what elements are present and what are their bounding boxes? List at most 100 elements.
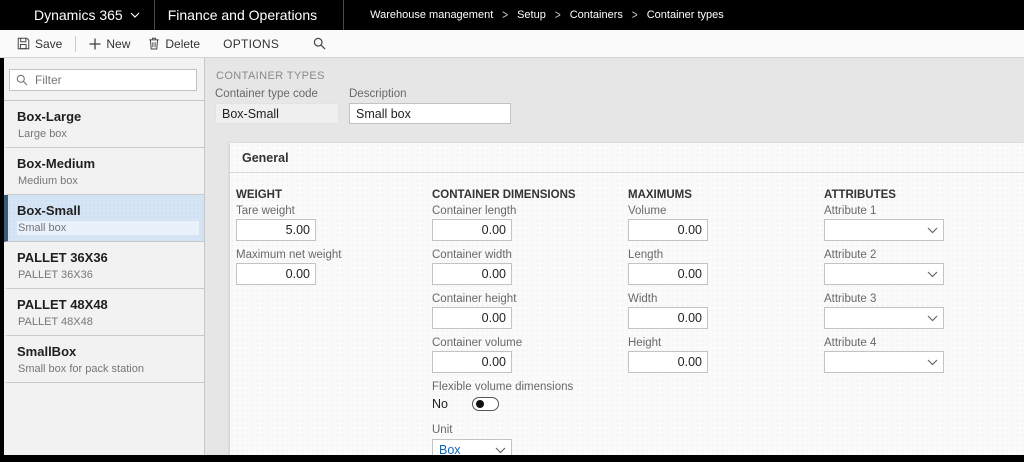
container-volume-field: Container volume [432, 337, 628, 373]
flexible-volume-dimensions-state: No [432, 397, 448, 411]
unit-label: Unit [432, 424, 628, 437]
description-field: Description [349, 88, 511, 124]
maximums-fields: Volume Length Width Height [628, 205, 824, 373]
list-item-title: PALLET 48X48 [17, 297, 204, 313]
page-title: CONTAINER TYPES [216, 70, 1024, 82]
toolbar-search-button[interactable] [301, 30, 338, 57]
attribute-1-field: Attribute 1 [824, 205, 1020, 241]
list-item-title: SmallBox [17, 344, 204, 360]
attributes-group-header: ATTRIBUTES [824, 189, 1020, 201]
chevron-right-icon: > [632, 8, 638, 22]
container-type-code-label: Container type code [215, 88, 339, 101]
container-dimensions-fields: Container length Container width Container… [432, 205, 628, 373]
plus-icon [89, 38, 101, 50]
container-volume-input[interactable] [432, 351, 512, 373]
content-area: Box-LargeLarge boxBox-MediumMedium boxBo… [0, 58, 1024, 455]
width-input[interactable] [628, 307, 708, 329]
container-height-field: Container height [432, 293, 628, 329]
list-item-subtitle: PALLET 48X48 [17, 315, 204, 329]
attribute-3-label: Attribute 3 [824, 293, 1020, 306]
flexible-volume-dimensions-toggle[interactable] [472, 397, 499, 411]
list-item-title: Box-Small [17, 203, 204, 219]
breadcrumb-warehouse-management[interactable]: Warehouse management [370, 9, 493, 21]
list-item-subtitle: Small box [17, 221, 199, 235]
breadcrumb-containers[interactable]: Containers [570, 9, 623, 21]
general-fasttab-header[interactable]: General [230, 143, 1024, 173]
new-button[interactable]: New [80, 30, 139, 57]
chevron-down-icon [927, 227, 938, 234]
attribute-2-label: Attribute 2 [824, 249, 1020, 262]
weight-fields: Tare weight Maximum net weight [236, 205, 432, 285]
save-icon [17, 37, 30, 50]
attribute-3-dropdown[interactable] [824, 307, 944, 329]
list-item-pallet-36x36[interactable]: PALLET 36X36PALLET 36X36 [4, 242, 204, 289]
list-item-title: PALLET 36X36 [17, 250, 204, 266]
chevron-right-icon: > [555, 8, 561, 22]
weight-column: WEIGHT Tare weightMaximum net weight [236, 189, 432, 455]
tare-weight-label: Tare weight [236, 205, 432, 218]
chevron-down-icon [495, 447, 506, 454]
maximums-group-header: MAXIMUMS [628, 189, 824, 201]
trash-icon [148, 37, 160, 50]
container-width-field: Container width [432, 249, 628, 285]
list-item-box-large[interactable]: Box-Large Large box [4, 101, 204, 148]
list-item-title: Box-Medium [17, 156, 204, 172]
length-label: Length [628, 249, 824, 262]
list-item-pallet-48x48[interactable]: PALLET 48X48 PALLET 48X48 [4, 289, 204, 336]
length-field: Length [628, 249, 824, 285]
save-button[interactable]: Save [8, 30, 71, 57]
chevron-right-icon: > [502, 8, 508, 22]
list-item-box-medium[interactable]: Box-Medium Medium box [4, 148, 204, 195]
height-field: Height [628, 337, 824, 373]
tare-weight-input[interactable] [236, 219, 316, 241]
attribute-2-dropdown[interactable] [824, 263, 944, 285]
header-fields: Container type code Box-Small Descriptio… [215, 88, 1024, 124]
flexible-volume-dimensions-field: Flexible volume dimensions No [432, 381, 628, 411]
maximum-net-weight-label: Maximum net weight [236, 249, 432, 262]
list-item-box-small[interactable]: Box-Small Small box [4, 195, 204, 242]
attribute-4-field: Attribute 4 [824, 337, 1020, 373]
description-input[interactable] [349, 103, 511, 124]
height-input[interactable] [628, 351, 708, 373]
search-icon [313, 37, 326, 50]
attribute-4-dropdown[interactable] [824, 351, 944, 373]
breadcrumb-setup[interactable]: Setup [517, 9, 546, 21]
dynamics365-menu-button[interactable]: Dynamics 365 [0, 0, 154, 30]
chevron-down-icon [927, 315, 938, 322]
brand-label: Dynamics 365 [34, 7, 123, 23]
attribute-1-dropdown[interactable] [824, 219, 944, 241]
list-item-smallbox[interactable]: SmallBox Small box for pack station [4, 336, 204, 383]
top-navigation-bar: Dynamics 365 Finance and Operations Ware… [0, 0, 1024, 30]
filter-field [9, 69, 197, 91]
maximum-net-weight-input[interactable] [236, 263, 316, 285]
width-label: Width [628, 293, 824, 306]
container-volume-label: Container volume [432, 337, 628, 350]
container-type-code-value: Box-Small [215, 103, 339, 124]
container-type-list: Box-LargeLarge boxBox-MediumMedium boxBo… [4, 100, 204, 383]
action-toolbar: Save New Delete OPTIONS [0, 30, 1024, 58]
options-menu-button[interactable]: OPTIONS [209, 30, 293, 57]
container-length-input[interactable] [432, 219, 512, 241]
product-home-link[interactable]: Finance and Operations [155, 0, 343, 30]
list-item-subtitle: Medium box [17, 174, 204, 188]
unit-value: Box [439, 443, 495, 455]
list-item-subtitle: Large box [17, 127, 204, 141]
volume-input[interactable] [628, 219, 708, 241]
container-type-code-field: Container type code Box-Small [215, 88, 339, 124]
length-input[interactable] [628, 263, 708, 285]
list-item-subtitle: Small box for pack station [17, 362, 204, 376]
general-fasttab-body: WEIGHT Tare weightMaximum net weight CON… [230, 173, 1024, 455]
breadcrumb-container-types[interactable]: Container types [647, 9, 724, 21]
app-window: Dynamics 365 Finance and Operations Ware… [0, 0, 1024, 462]
delete-button[interactable]: Delete [139, 30, 209, 57]
container-height-input[interactable] [432, 307, 512, 329]
container-width-input[interactable] [432, 263, 512, 285]
attribute-3-field: Attribute 3 [824, 293, 1020, 329]
attribute-1-label: Attribute 1 [824, 205, 1020, 218]
volume-field: Volume [628, 205, 824, 241]
list-item-title: Box-Large [17, 109, 204, 125]
container-length-label: Container length [432, 205, 628, 218]
tare-weight-field: Tare weight [236, 205, 432, 241]
unit-dropdown[interactable]: Box [432, 439, 512, 455]
filter-input[interactable] [33, 72, 190, 88]
